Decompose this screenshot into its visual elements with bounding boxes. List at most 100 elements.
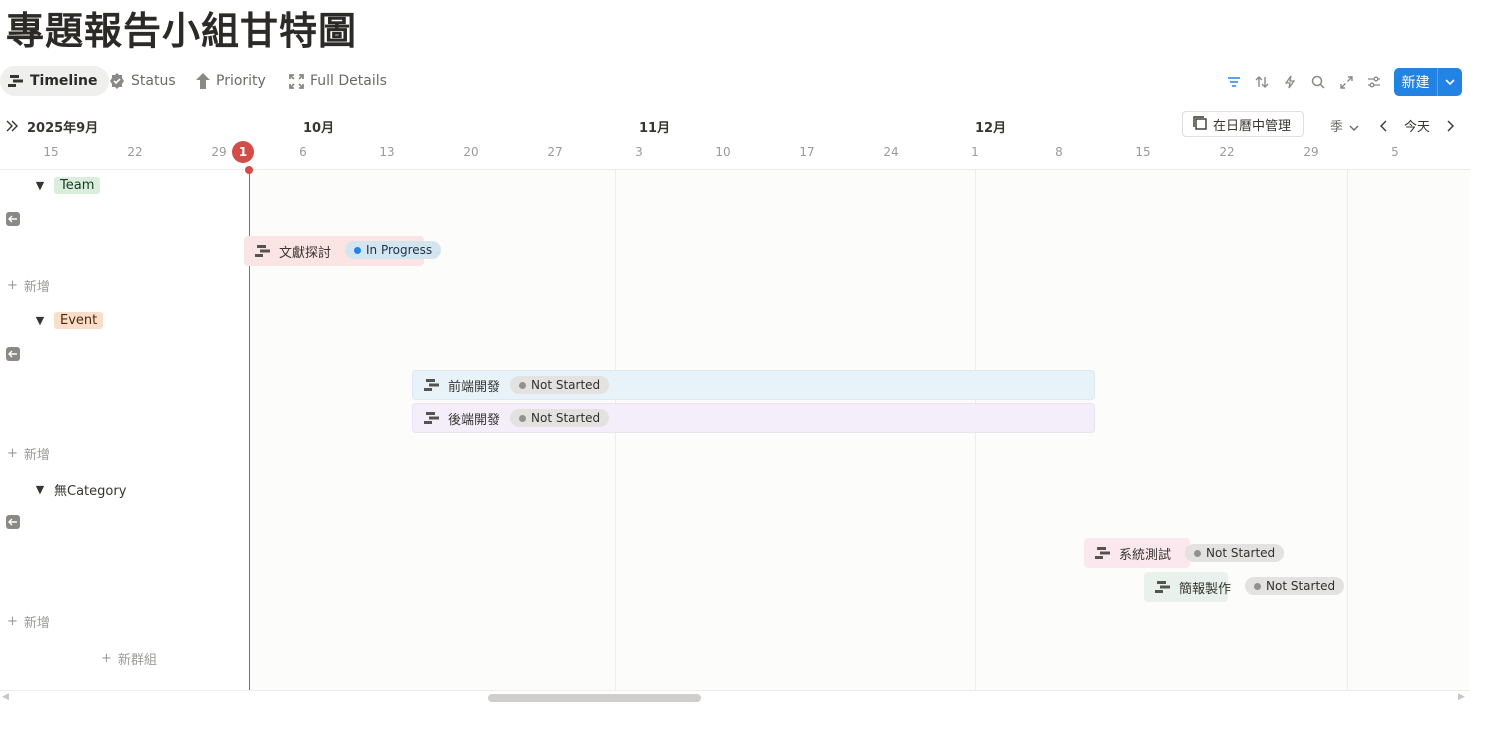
- sort-icon[interactable]: [1252, 72, 1272, 92]
- task-bar-frontend[interactable]: 前端開發 Not Started: [412, 370, 1095, 400]
- triangle-down-icon[interactable]: ▼: [34, 483, 46, 496]
- status-dot: [1254, 582, 1261, 590]
- arrow-up-icon: [196, 73, 210, 89]
- new-group-label: 新群組: [117, 653, 157, 668]
- month-label: 12月: [975, 121, 1007, 136]
- today-badge: 1: [232, 141, 254, 163]
- new-button[interactable]: 新建: [1394, 68, 1462, 96]
- period-label: 季: [1330, 120, 1344, 135]
- add-row-button[interactable]: + 新增: [7, 612, 50, 631]
- plus-icon: +: [7, 614, 18, 629]
- month-gridline: [1347, 170, 1348, 690]
- status-dot: [519, 381, 527, 389]
- today-button[interactable]: 今天: [1404, 116, 1430, 135]
- triangle-down-icon[interactable]: ▼: [34, 314, 46, 327]
- expand-view-icon[interactable]: [1336, 72, 1356, 92]
- tab-status[interactable]: Status: [109, 66, 176, 96]
- timeline-icon: [255, 245, 271, 257]
- task-bar-presentation[interactable]: 簡報製作: [1144, 572, 1232, 602]
- month-label: 11月: [639, 121, 671, 136]
- timeline-icon: [424, 379, 440, 391]
- task-name: 系統測試: [1119, 547, 1172, 563]
- status-check-icon: [109, 73, 125, 89]
- day-label: 15: [1135, 145, 1151, 159]
- day-label: 13: [379, 145, 395, 159]
- timeline-icon: [1095, 547, 1111, 559]
- day-label: 6: [299, 145, 307, 159]
- day-label: 27: [547, 145, 563, 159]
- day-label: 3: [635, 145, 643, 159]
- group-header-team[interactable]: ▼ Team: [34, 177, 101, 194]
- timeline-icon: [1155, 581, 1171, 593]
- chevron-down-icon: [1349, 116, 1359, 135]
- add-row-button[interactable]: + 新增: [7, 276, 50, 295]
- add-label: 新增: [23, 448, 50, 463]
- plus-icon: +: [7, 446, 18, 461]
- settings-sliders-icon[interactable]: [1364, 72, 1384, 92]
- task-bar-system-test[interactable]: 系統測試: [1084, 538, 1190, 568]
- manage-calendar-label: 在日曆中管理: [1213, 118, 1292, 134]
- footer-divider: [0, 690, 1470, 691]
- add-row-button[interactable]: + 新增: [7, 444, 50, 463]
- status-dot: [519, 414, 527, 422]
- day-label: 8: [1055, 145, 1063, 159]
- tab-timeline[interactable]: Timeline: [0, 66, 109, 96]
- group-tag: Event: [54, 312, 104, 329]
- start-month-label: 2025年9月: [27, 121, 99, 136]
- status-pill: Not Started: [510, 376, 610, 394]
- day-label: 20: [463, 145, 479, 159]
- add-label: 新增: [23, 280, 50, 295]
- day-label: 24: [883, 145, 899, 159]
- chevron-left-icon[interactable]: [1380, 117, 1388, 136]
- day-label: 22: [127, 145, 143, 159]
- group-header-no-category[interactable]: ▼ 無Category: [34, 480, 127, 499]
- expand-icon: [289, 73, 304, 89]
- month-label: 10月: [303, 121, 335, 136]
- status-pill: Not Started: [1185, 544, 1285, 562]
- collapse-sidebar-icon[interactable]: [5, 117, 19, 136]
- manage-in-calendar-button[interactable]: 在日曆中管理: [1182, 111, 1305, 137]
- status-label: Not Started: [1206, 546, 1276, 560]
- new-group-button[interactable]: + 新群組: [101, 649, 157, 668]
- scroll-to-item-icon[interactable]: [6, 212, 20, 226]
- tab-label: Status: [131, 73, 176, 89]
- scroll-to-item-icon[interactable]: [6, 347, 20, 361]
- day-label: 29: [211, 145, 227, 159]
- group-header-event[interactable]: ▼ Event: [34, 312, 104, 329]
- status-dot: [1194, 549, 1201, 557]
- triangle-down-icon[interactable]: ▼: [34, 179, 46, 192]
- status-dot: [354, 246, 361, 254]
- scroll-to-item-icon[interactable]: [6, 515, 20, 529]
- task-name: 簡報製作: [1179, 581, 1232, 597]
- lightning-icon[interactable]: [1280, 72, 1300, 92]
- task-name: 文獻探討: [279, 245, 332, 261]
- scroll-right-arrow[interactable]: ▶: [1458, 692, 1465, 702]
- status-label: Not Started: [531, 378, 601, 392]
- tab-full-details[interactable]: Full Details: [289, 66, 387, 96]
- add-label: 新增: [23, 616, 50, 631]
- scroll-left-arrow[interactable]: ◀: [2, 692, 9, 702]
- period-select[interactable]: 季: [1330, 116, 1359, 135]
- calendar-icon: [1193, 115, 1207, 134]
- today-dot: [245, 166, 253, 174]
- status-pill: Not Started: [510, 409, 610, 427]
- day-label: 5: [1391, 145, 1399, 159]
- chevron-down-icon[interactable]: [1438, 79, 1462, 85]
- status-label: Not Started: [531, 411, 601, 425]
- group-tag: Team: [54, 177, 101, 194]
- day-label: 22: [1219, 145, 1235, 159]
- tab-label: Timeline: [30, 73, 98, 89]
- tab-label: Priority: [216, 73, 266, 89]
- status-label: In Progress: [366, 243, 433, 257]
- chevron-right-icon[interactable]: [1446, 117, 1454, 136]
- horizontal-scrollbar-thumb[interactable]: [488, 694, 701, 702]
- tab-priority[interactable]: Priority: [196, 66, 266, 96]
- filter-icon[interactable]: [1224, 72, 1244, 92]
- status-label: Not Started: [1266, 579, 1336, 593]
- new-button-label: 新建: [1401, 75, 1430, 91]
- tab-label: Full Details: [310, 73, 387, 89]
- search-icon[interactable]: [1308, 72, 1328, 92]
- task-name: 後端開發: [448, 412, 501, 428]
- day-label: 10: [715, 145, 731, 159]
- task-bar-backend[interactable]: 後端開發 Not Started: [412, 403, 1095, 433]
